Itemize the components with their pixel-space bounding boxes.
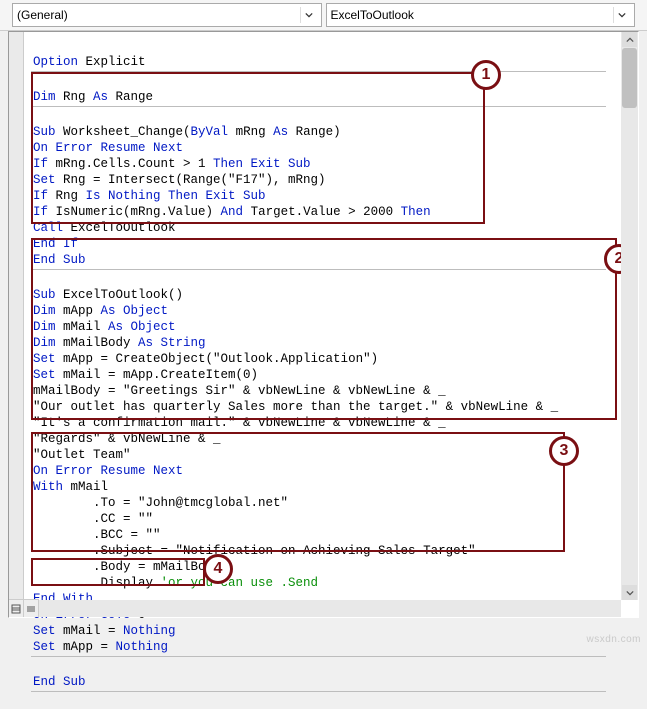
code-token: 'or you can use .Send (161, 576, 319, 590)
separator (31, 269, 606, 270)
annotation-badge-4: 4 (203, 554, 233, 584)
code-token: As Object (108, 320, 176, 334)
code-token: Call (33, 221, 63, 235)
scroll-down-button[interactable] (622, 585, 637, 600)
code-token: Set (33, 352, 56, 366)
code-token: "It's a confirmation mail." & vbNewLine … (33, 416, 446, 430)
code-token: "Our outlet has quarterly Sales more tha… (33, 400, 558, 414)
code-token: Nothing (116, 640, 169, 654)
code-token: .BCC = "" (33, 528, 161, 542)
code-token: Dim (33, 336, 56, 350)
code-token: Explicit (78, 55, 146, 69)
code-token: Worksheet_Change( (56, 125, 191, 139)
code-token: On Error Resume Next (33, 141, 183, 155)
margin-indicator-bar (9, 32, 24, 617)
code-token: mApp (56, 304, 101, 318)
code-token: As (273, 125, 288, 139)
code-token: Dim (33, 320, 56, 334)
annotation-badge-1: 1 (471, 60, 501, 90)
code-token: .To = "John@tmcglobal.net" (33, 496, 288, 510)
code-token: Rng = Intersect(Range("F17"), mRng) (56, 173, 326, 187)
code-token: Is Nothing Then Exit Sub (86, 189, 266, 203)
watermark: wsxdn.com (586, 634, 641, 645)
code-token: Then (401, 205, 431, 219)
chevron-down-icon (300, 7, 317, 23)
procedure-dropdown[interactable]: ExcelToOutlook (326, 3, 636, 27)
code-token: Option (33, 55, 78, 69)
code-token: Range) (288, 125, 341, 139)
code-token: On Error Resume Next (33, 464, 183, 478)
code-token: End Sub (33, 253, 86, 267)
code-token: Range (108, 90, 153, 104)
code-token: And (221, 205, 244, 219)
procedure-view-button[interactable] (24, 600, 39, 617)
code-token: mMail = mApp.CreateItem(0) (56, 368, 259, 382)
code-token: ByVal (191, 125, 229, 139)
separator (31, 691, 606, 692)
code-token: mApp = CreateObject("Outlook.Application… (56, 352, 379, 366)
code-token: mMail (56, 320, 109, 334)
toolbar: (General) ExcelToOutlook (0, 0, 647, 31)
chevron-down-icon (613, 7, 630, 23)
code-token: End If (33, 237, 78, 251)
code-token: Dim (33, 304, 56, 318)
code-token: As Object (101, 304, 169, 318)
code-token: Sub (33, 288, 56, 302)
code-token: Nothing (123, 624, 176, 638)
code-token: Set (33, 368, 56, 382)
code-token: "Regards" & vbNewLine & _ (33, 432, 221, 446)
code-token: Set (33, 640, 56, 654)
scroll-thumb[interactable] (622, 48, 637, 108)
code-token: ExcelToOutlook() (56, 288, 184, 302)
code-editor[interactable]: Option Explicit Dim Rng As Range Sub Wor… (8, 31, 639, 618)
scroll-up-button[interactable] (622, 32, 637, 47)
code-token: Dim (33, 90, 56, 104)
code-token: As String (138, 336, 206, 350)
code-token: mMail (63, 480, 108, 494)
code-token: mRng.Cells.Count > 1 (48, 157, 213, 171)
code-token: If (33, 189, 48, 203)
code-token: mRng (228, 125, 273, 139)
code-token: mMailBody (56, 336, 139, 350)
code-token: IsNumeric(mRng.Value) (48, 205, 221, 219)
code-token: .Display (33, 576, 161, 590)
full-module-view-button[interactable] (9, 600, 24, 617)
code-token: mMailBody = "Greetings Sir" & vbNewLine … (33, 384, 446, 398)
object-dropdown[interactable]: (General) (12, 3, 322, 27)
horizontal-scrollbar[interactable] (39, 600, 621, 617)
code-token: .Subject = "Notification on Achieving Sa… (33, 544, 476, 558)
code-token: Set (33, 173, 56, 187)
code-token: As (93, 90, 108, 104)
code-token: mApp = (56, 640, 116, 654)
code-token: ExcelToOutlook (63, 221, 176, 235)
annotation-badge-3: 3 (549, 436, 579, 466)
separator (31, 656, 606, 657)
code-token: mMail = (56, 624, 124, 638)
code-token: .CC = "" (33, 512, 153, 526)
code-token: With (33, 480, 63, 494)
object-dropdown-label: (General) (17, 8, 68, 22)
procedure-dropdown-label: ExcelToOutlook (331, 8, 414, 22)
separator (31, 106, 606, 107)
code-token: Then Exit Sub (213, 157, 311, 171)
view-buttons (9, 599, 39, 617)
code-token: Sub (33, 125, 56, 139)
code-token: If (33, 205, 48, 219)
code-token: "Outlet Team" (33, 448, 131, 462)
code-token: Rng (48, 189, 86, 203)
code-token: End Sub (33, 675, 86, 689)
vertical-scrollbar[interactable] (621, 32, 638, 600)
code-token: If (33, 157, 48, 171)
code-token: Target.Value > 2000 (243, 205, 401, 219)
code-token: .Body = mMailBody (33, 560, 221, 574)
code-token: Rng (56, 90, 94, 104)
code-token: Set (33, 624, 56, 638)
separator (31, 71, 606, 72)
